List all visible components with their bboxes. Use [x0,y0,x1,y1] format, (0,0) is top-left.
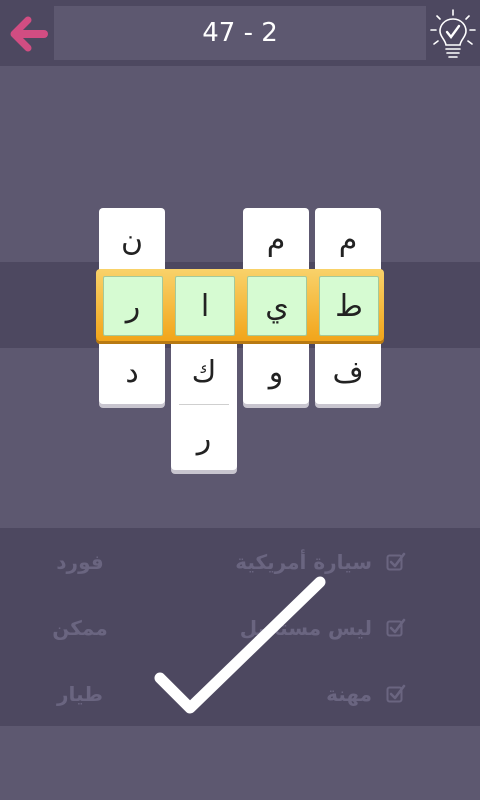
letter-tile: د [125,354,139,390]
back-button[interactable] [6,12,50,56]
checkbox-checked-icon [386,552,406,571]
level-indicator: 47 - 2 [54,6,426,60]
lightbulb-check-icon [430,9,476,58]
letter-tile: م [338,222,358,258]
background-band [0,726,480,800]
letter-tile: ف [332,354,364,390]
clue-text: مهنة [326,682,372,706]
clue-answer: طيار [56,682,104,706]
letter-tile: و [268,354,284,390]
top-bar: 47 - 2 [0,0,480,66]
answer-tile[interactable]: ر [103,276,163,336]
clue-answer: فورد [56,550,104,574]
tile-divider [179,404,229,405]
answer-tile[interactable]: ط [319,276,379,336]
background-band [0,348,480,528]
answer-row: ر ا ي ط [96,269,384,341]
letter-tile: ك [191,354,217,390]
letter-tile: ن [120,222,144,258]
letter-tile: ر [196,420,212,456]
answer-tile[interactable]: ا [175,276,235,336]
hint-button[interactable] [428,8,478,60]
big-checkmark-icon [154,576,326,714]
checkbox-checked-icon [386,618,406,637]
clue-answer: ممكن [52,616,108,640]
letter-tile: م [266,222,286,258]
background-band [0,66,480,262]
back-arrow-icon [10,16,48,52]
checkbox-checked-icon [386,684,406,703]
answer-tile[interactable]: ي [247,276,307,336]
